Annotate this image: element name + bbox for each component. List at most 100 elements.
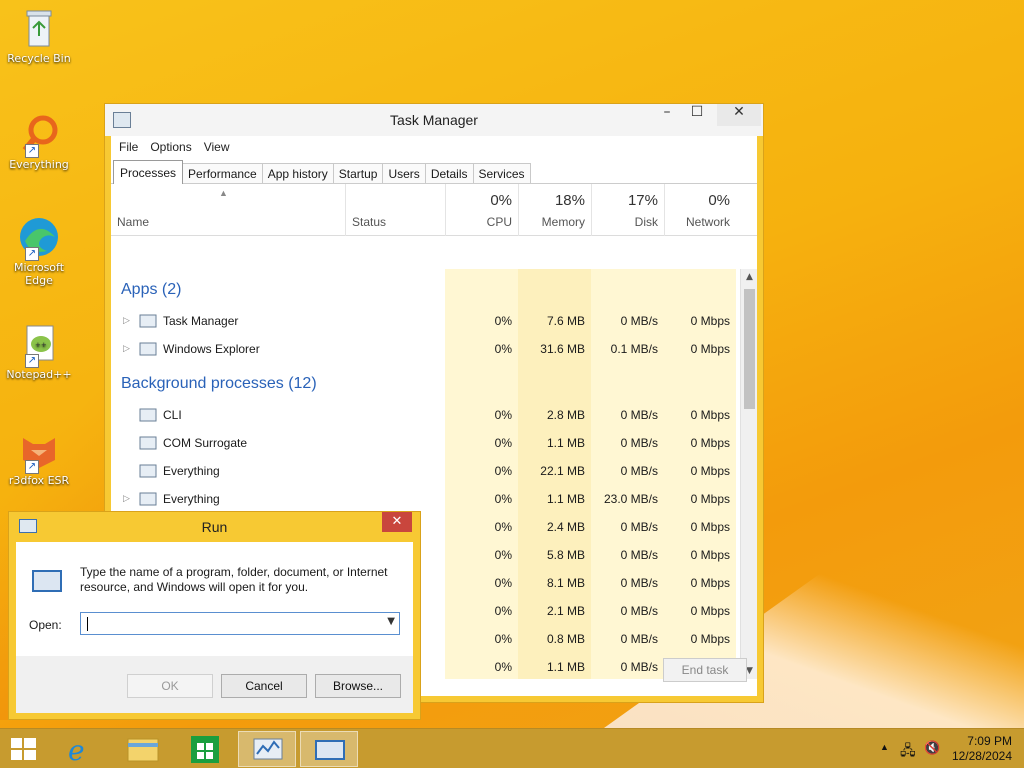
- column-network[interactable]: 0% Network: [664, 184, 736, 236]
- scroll-up-icon[interactable]: ▲: [741, 269, 758, 285]
- close-button[interactable]: ✕: [382, 512, 412, 532]
- run-description: Type the name of a program, folder, docu…: [80, 565, 388, 594]
- cpu-cell: 0%: [445, 485, 518, 513]
- memory-percent: 18%: [554, 192, 585, 209]
- desktop-icon-recycle-bin[interactable]: Recycle Bin: [4, 6, 74, 65]
- disk-cell: 0 MB/s: [591, 625, 664, 653]
- cancel-button[interactable]: Cancel: [221, 674, 307, 698]
- section-apps: Apps (2): [111, 269, 739, 307]
- disk-cell: 0 MB/s: [591, 653, 664, 679]
- tab-details[interactable]: Details: [424, 163, 474, 183]
- network-icon[interactable]: 🖧: [900, 740, 916, 764]
- run-title: Run: [201, 519, 228, 535]
- network-cell: 0 Mbps: [664, 625, 736, 653]
- system-tray: ▲ 🖧 🔇 7:09 PM 12/28/2024: [864, 729, 1024, 768]
- close-button[interactable]: ✕: [717, 104, 761, 126]
- show-hidden-icons-icon[interactable]: ▲: [880, 742, 889, 752]
- column-name[interactable]: Name: [111, 184, 345, 236]
- cpu-cell: 0%: [445, 335, 518, 363]
- network-cell: 0 Mbps: [664, 569, 736, 597]
- expand-chevron-icon[interactable]: ▷: [123, 343, 130, 354]
- cpu-label: CPU: [486, 215, 512, 229]
- column-memory[interactable]: 18% Memory: [518, 184, 591, 236]
- open-input[interactable]: ▼: [80, 612, 400, 635]
- memory-cell: 2.4 MB: [518, 513, 591, 541]
- disk-cell: 0 MB/s: [591, 457, 664, 485]
- ok-button[interactable]: OK: [127, 674, 213, 698]
- taskbar-task-manager[interactable]: [238, 731, 296, 767]
- desktop-icon-edge[interactable]: ↗ Microsoft Edge: [4, 215, 74, 287]
- network-label: Network: [685, 215, 730, 229]
- clock[interactable]: 7:09 PM 12/28/2024: [952, 734, 1012, 764]
- desktop-icon-notepadpp[interactable]: ++ ↗ Notepad++: [4, 322, 74, 381]
- process-row[interactable]: CLI 0% 2.8 MB 0 MB/s 0 Mbps: [111, 401, 739, 429]
- run-title-bar[interactable]: Run ✕: [9, 512, 420, 542]
- cpu-cell: 0%: [445, 653, 518, 679]
- volume-muted-icon[interactable]: 🔇: [924, 740, 940, 756]
- vertical-scrollbar[interactable]: ▲ ▼: [740, 269, 757, 679]
- clock-date: 12/28/2024: [951, 749, 1012, 763]
- disk-percent: 17%: [627, 192, 658, 209]
- tab-processes[interactable]: Processes: [113, 160, 184, 184]
- maximize-button[interactable]: ☐: [681, 104, 713, 126]
- column-cpu[interactable]: 0% CPU: [445, 184, 518, 236]
- title-bar[interactable]: Task Manager – ☐ ✕: [105, 104, 763, 136]
- expand-chevron-icon[interactable]: ▷: [123, 315, 130, 326]
- process-row[interactable]: ▷ Everything 0% 1.1 MB 23.0 MB/s 0 Mbps: [111, 485, 739, 513]
- taskbar-ie[interactable]: e: [52, 731, 110, 767]
- expand-chevron-icon[interactable]: ▷: [123, 493, 130, 504]
- memory-label: Memory: [541, 215, 585, 229]
- start-button[interactable]: [0, 731, 48, 767]
- process-icon: [139, 463, 157, 479]
- cpu-cell: 0%: [445, 569, 518, 597]
- disk-cell: 0 MB/s: [591, 307, 664, 335]
- notepadpp-icon: ++ ↗: [17, 322, 61, 368]
- taskbar-file-explorer[interactable]: [114, 731, 172, 767]
- taskbar-store[interactable]: [176, 731, 234, 767]
- process-name: CLI: [163, 408, 182, 422]
- scroll-thumb[interactable]: [744, 289, 755, 409]
- menu-file[interactable]: File: [119, 140, 138, 154]
- tab-performance[interactable]: Performance: [182, 163, 263, 183]
- memory-cell: 8.1 MB: [518, 569, 591, 597]
- process-name: COM Surrogate: [163, 436, 248, 450]
- run-footer: OK Cancel Browse...: [16, 656, 413, 713]
- network-percent: 0%: [708, 192, 730, 209]
- column-status[interactable]: Status: [345, 184, 445, 236]
- desktop-icon-everything[interactable]: ↗ Everything: [4, 112, 74, 171]
- r3dfox-icon: ↗: [17, 428, 61, 474]
- network-cell: 0 Mbps: [664, 429, 736, 457]
- folder-icon: [127, 738, 159, 762]
- memory-cell: 5.8 MB: [518, 541, 591, 569]
- process-row[interactable]: Everything 0% 22.1 MB 0 MB/s 0 Mbps: [111, 457, 739, 485]
- column-disk[interactable]: 17% Disk: [591, 184, 664, 236]
- desktop-icon-r3dfox[interactable]: ↗ r3dfox ESR: [4, 428, 74, 487]
- taskbar: e ▲ 🖧 🔇 7:09 PM 12/28/2024: [0, 728, 1024, 768]
- run-icon: [32, 570, 62, 592]
- network-cell: 0 Mbps: [664, 457, 736, 485]
- chevron-down-icon[interactable]: ▼: [387, 616, 395, 627]
- menu-view[interactable]: View: [204, 140, 230, 154]
- browse-button[interactable]: Browse...: [315, 674, 401, 698]
- process-row[interactable]: ▷ Task Manager 0% 7.6 MB 0 MB/s 0 Mbps: [111, 307, 739, 335]
- shortcut-arrow-icon: ↗: [25, 247, 39, 261]
- minimize-button[interactable]: –: [651, 104, 683, 126]
- end-task-button[interactable]: End task: [663, 658, 747, 682]
- tab-users[interactable]: Users: [382, 163, 426, 183]
- tab-startup[interactable]: Startup: [332, 163, 384, 183]
- menu-options[interactable]: Options: [150, 140, 191, 154]
- process-name: Task Manager: [163, 314, 239, 328]
- process-name: Everything: [163, 464, 220, 478]
- disk-cell: 23.0 MB/s: [591, 485, 664, 513]
- process-row[interactable]: COM Surrogate 0% 1.1 MB 0 MB/s 0 Mbps: [111, 429, 739, 457]
- network-cell: 0 Mbps: [664, 485, 736, 513]
- tab-app-history[interactable]: App history: [261, 163, 334, 183]
- cpu-cell: 0%: [445, 401, 518, 429]
- disk-cell: 0 MB/s: [591, 597, 664, 625]
- recycle-bin-icon: [17, 6, 61, 50]
- process-row[interactable]: ▷ Windows Explorer 0% 31.6 MB 0.1 MB/s 0 Mbps: [111, 335, 739, 363]
- column-name-label: Name: [117, 215, 150, 229]
- tab-services[interactable]: Services: [472, 163, 531, 183]
- section-heading: Background processes (12): [121, 375, 317, 392]
- taskbar-run[interactable]: [300, 731, 358, 767]
